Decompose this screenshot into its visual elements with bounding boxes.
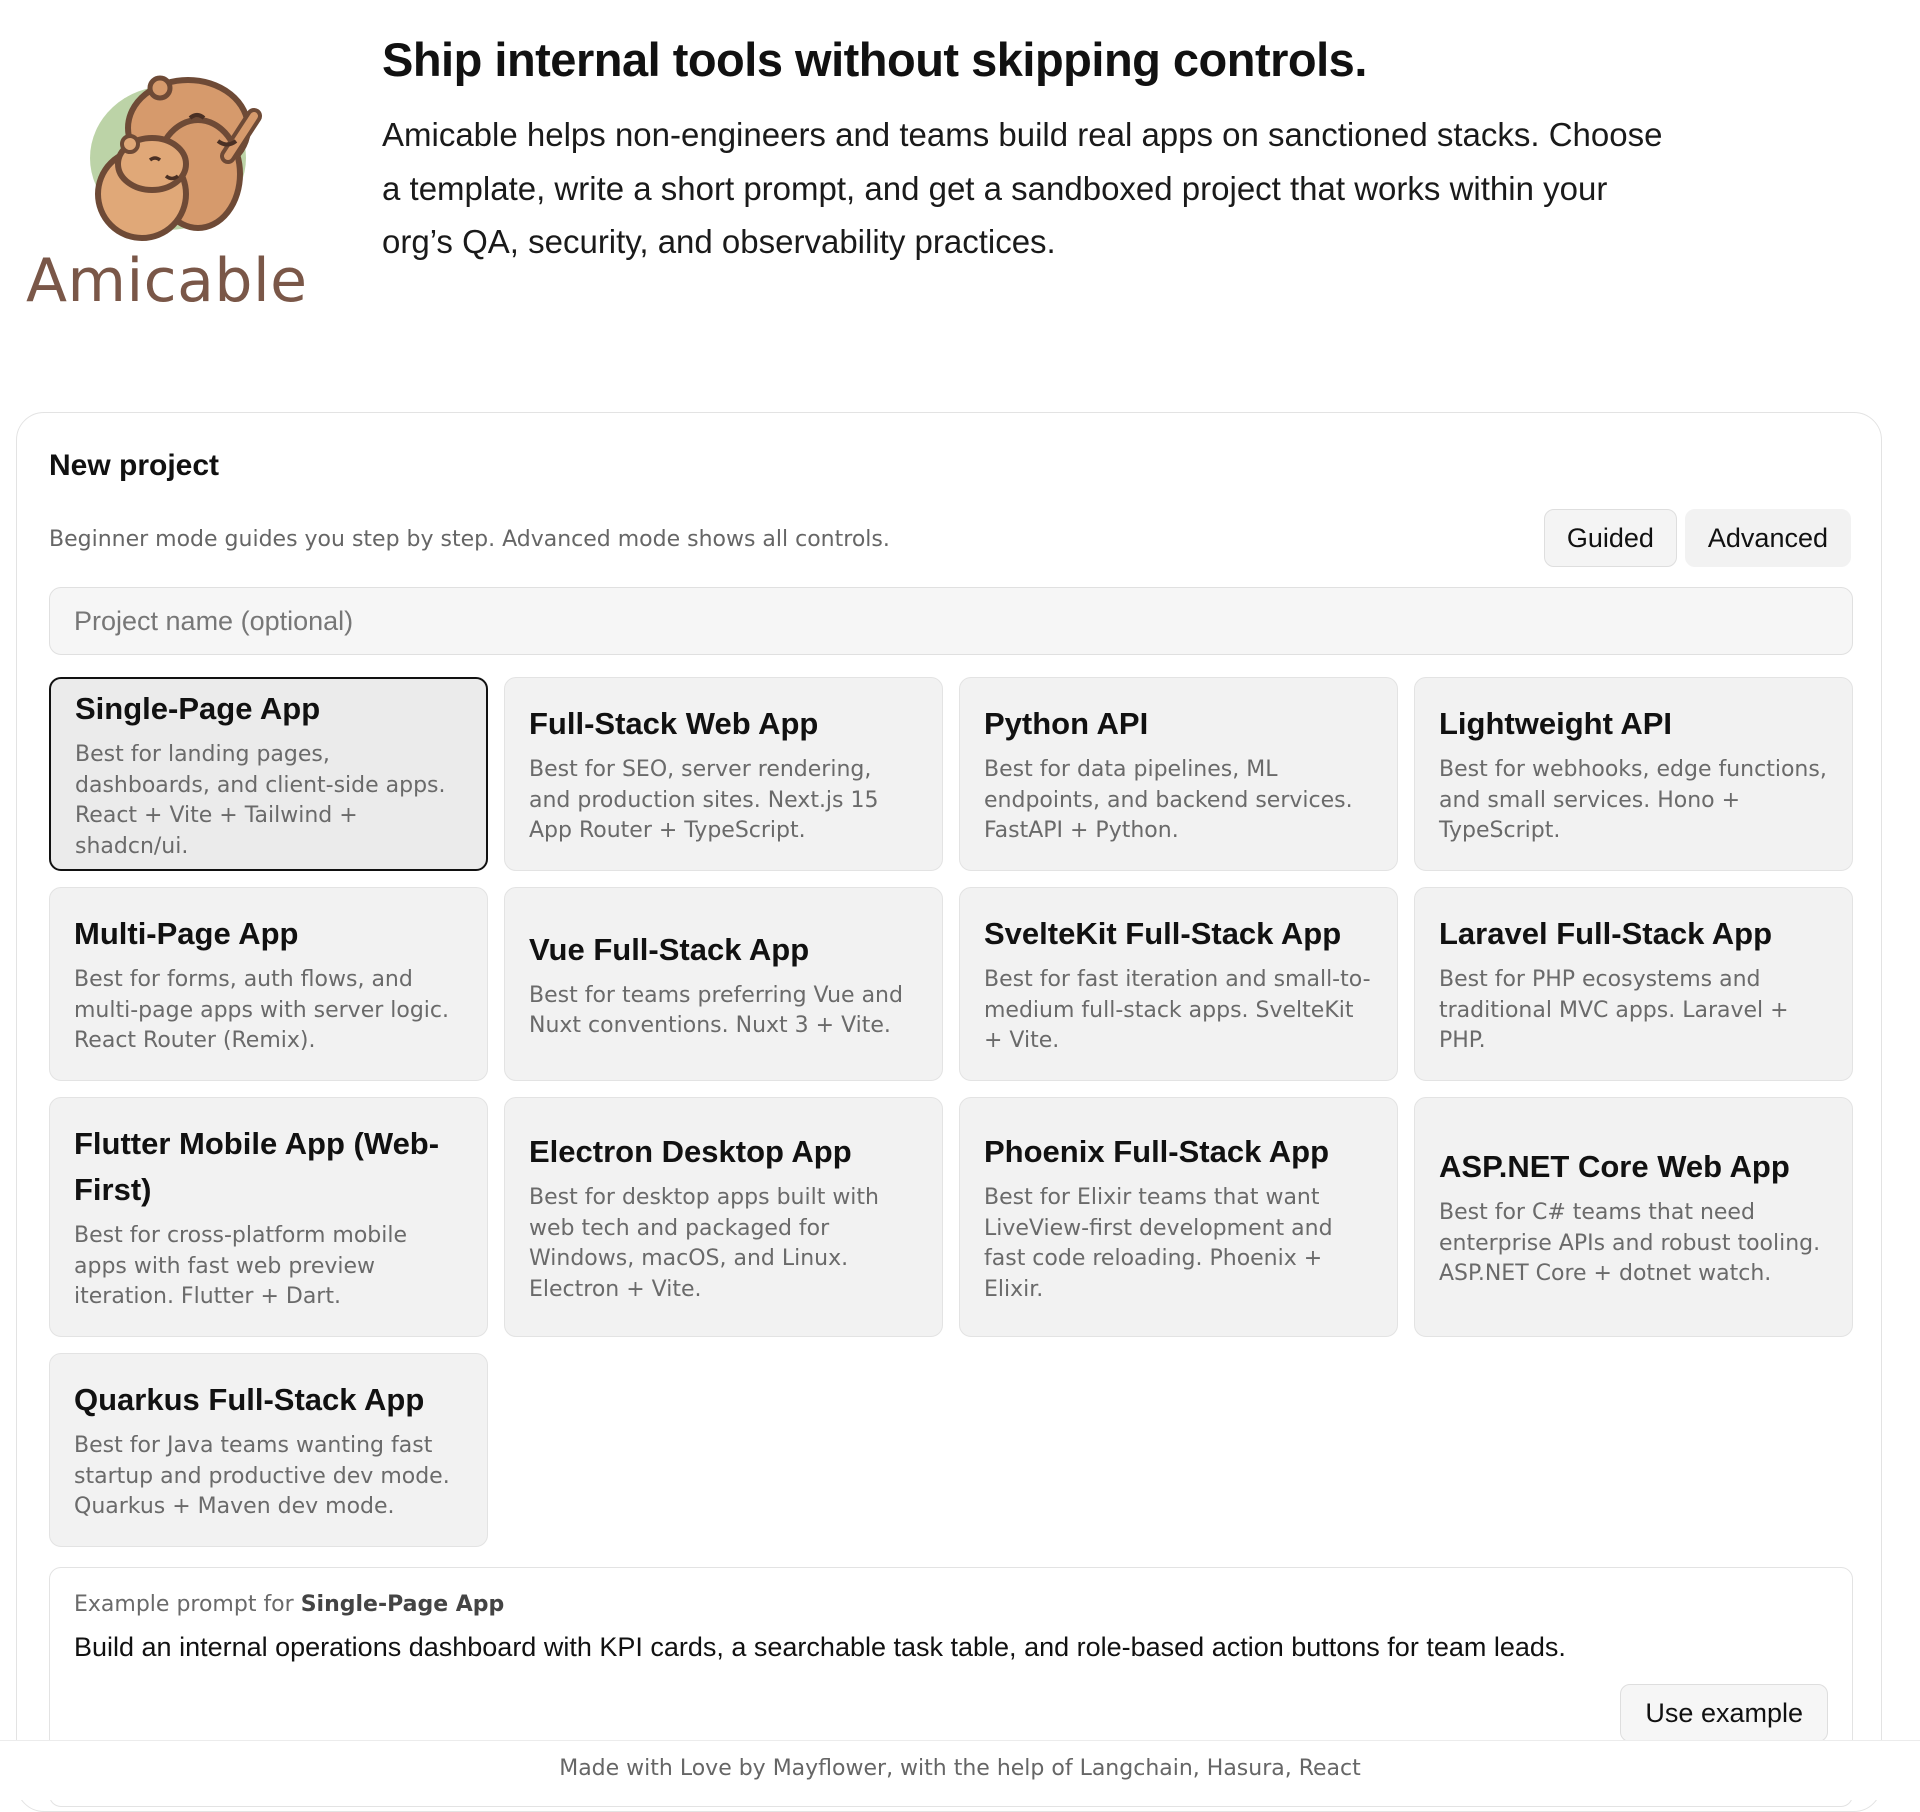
template-card-phoenix-full-stack-app[interactable]: Phoenix Full-Stack App Best for Elixir t… xyxy=(959,1097,1398,1337)
template-card-single-page-app[interactable]: Single-Page App Best for landing pages, … xyxy=(49,677,488,871)
use-example-button[interactable]: Use example xyxy=(1620,1684,1828,1742)
template-card-multi-page-app[interactable]: Multi-Page App Best for forms, auth flow… xyxy=(49,887,488,1081)
template-card-full-stack-web-app[interactable]: Full-Stack Web App Best for SEO, server … xyxy=(504,677,943,871)
template-title: Python API xyxy=(984,706,1149,742)
template-title: Vue Full-Stack App xyxy=(529,931,810,967)
template-card-aspnet-core-web-app[interactable]: ASP.NET Core Web App Best for C# teams t… xyxy=(1414,1097,1853,1337)
project-name-input[interactable] xyxy=(49,587,1853,655)
template-title: Quarkus Full-Stack App xyxy=(74,1382,425,1418)
template-title: Multi-Page App xyxy=(74,916,299,952)
template-description: Best for teams preferring Vue and Nuxt c… xyxy=(529,982,903,1039)
brand-name: Amicable xyxy=(26,246,308,316)
new-project-panel: New project Beginner mode guides you ste… xyxy=(16,412,1882,1812)
template-title: Lightweight API xyxy=(1439,706,1673,742)
template-card-lightweight-api[interactable]: Lightweight API Best for webhooks, edge … xyxy=(1414,677,1853,871)
example-label-prefix: Example prompt for xyxy=(74,1592,301,1617)
template-description: Best for landing pages, dashboards, and … xyxy=(75,742,446,859)
template-card-quarkus-full-stack-app[interactable]: Quarkus Full-Stack App Best for Java tea… xyxy=(49,1353,488,1547)
template-card-python-api[interactable]: Python API Best for data pipelines, ML e… xyxy=(959,677,1398,871)
template-card-vue-full-stack-app[interactable]: Vue Full-Stack App Best for teams prefer… xyxy=(504,887,943,1081)
template-description: Best for SEO, server rendering, and prod… xyxy=(529,757,879,844)
template-title: ASP.NET Core Web App xyxy=(1439,1149,1790,1185)
template-card-flutter-mobile-app[interactable]: Flutter Mobile App (Web-First) Best for … xyxy=(49,1097,488,1337)
template-description: Best for fast iteration and small-to-med… xyxy=(984,967,1371,1054)
template-description: Best for Java teams wanting fast startup… xyxy=(74,1433,450,1520)
template-description: Best for forms, auth flows, and multi-pa… xyxy=(74,967,450,1054)
template-title: Single-Page App xyxy=(75,691,321,726)
template-card-electron-desktop-app[interactable]: Electron Desktop App Best for desktop ap… xyxy=(504,1097,943,1337)
example-template-name: Single-Page App xyxy=(300,1592,505,1617)
hero-description: Amicable helps non-engineers and teams b… xyxy=(382,116,1663,260)
hero-section: Amicable Ship internal tools without ski… xyxy=(0,0,1920,340)
footer: Made with Love by Mayflower, with the he… xyxy=(0,1740,1920,1800)
template-description: Best for webhooks, edge functions, and s… xyxy=(1439,757,1827,844)
template-card-laravel-full-stack-app[interactable]: Laravel Full-Stack App Best for PHP ecos… xyxy=(1414,887,1853,1081)
template-description: Best for desktop apps built with web tec… xyxy=(529,1185,879,1302)
example-prompt-text: Build an internal operations dashboard w… xyxy=(74,1632,1566,1662)
template-title: SvelteKit Full-Stack App xyxy=(984,916,1342,952)
template-description: Best for cross-platform mobile apps with… xyxy=(74,1223,408,1310)
mode-switch: Guided Advanced xyxy=(1543,509,1851,567)
template-title: Laravel Full-Stack App xyxy=(1439,916,1773,952)
template-title: Phoenix Full-Stack App xyxy=(984,1134,1330,1169)
panel-title: New project xyxy=(49,449,220,482)
hero-title: Ship internal tools without skipping con… xyxy=(382,33,1367,86)
brand-logo[interactable]: Amicable xyxy=(26,46,318,318)
mode-help-text: Beginner mode guides you step by step. A… xyxy=(49,527,890,552)
advanced-mode-button[interactable]: Advanced xyxy=(1684,509,1851,567)
template-description: Best for C# teams that need enterprise A… xyxy=(1439,1200,1821,1287)
template-grid: Single-Page App Best for landing pages, … xyxy=(49,677,1853,1547)
template-card-sveltekit-full-stack-app[interactable]: SvelteKit Full-Stack App Best for fast i… xyxy=(959,887,1398,1081)
example-prompt-label: Example prompt for Single-Page App xyxy=(74,1592,504,1617)
capybara-logo-icon xyxy=(90,75,262,241)
guided-mode-button[interactable]: Guided xyxy=(1543,509,1677,567)
template-description: Best for Elixir teams that want LiveView… xyxy=(984,1185,1333,1302)
template-description: Best for data pipelines, ML endpoints, a… xyxy=(984,757,1353,844)
template-title: Full-Stack Web App xyxy=(529,706,819,742)
template-title: Flutter Mobile App (Web-First) xyxy=(74,1126,440,1208)
template-title: Electron Desktop App xyxy=(529,1134,852,1169)
template-description: Best for PHP ecosystems and traditional … xyxy=(1439,967,1789,1054)
